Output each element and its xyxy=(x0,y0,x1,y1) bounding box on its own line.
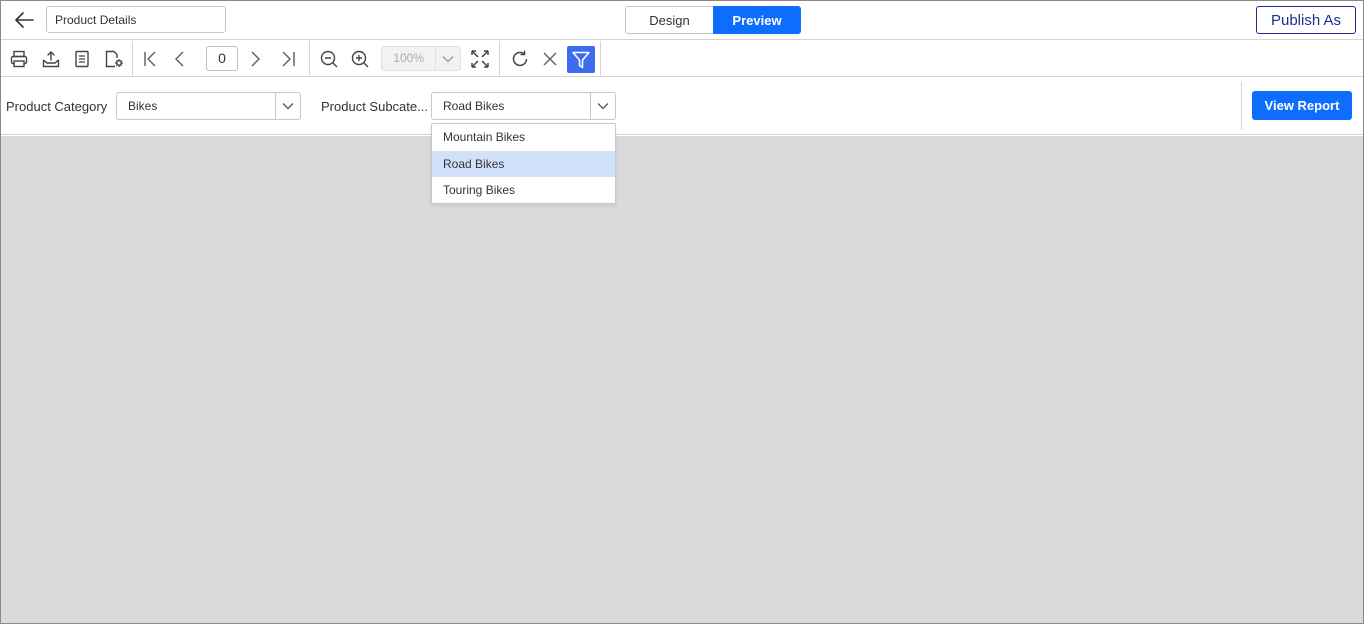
page-setup-icon[interactable] xyxy=(70,47,94,71)
tab-preview[interactable]: Preview xyxy=(713,6,801,34)
print-icon[interactable] xyxy=(7,47,31,71)
mode-switch: Design Preview xyxy=(625,6,801,34)
toolbar-separator xyxy=(499,41,500,77)
chevron-down-icon[interactable] xyxy=(590,93,615,119)
next-page-icon[interactable] xyxy=(243,47,267,71)
product-subcategory-value: Road Bikes xyxy=(443,99,505,113)
viewer-toolbar: 0 100% xyxy=(1,41,1363,77)
dropdown-option-road-bikes[interactable]: Road Bikes xyxy=(432,150,615,177)
product-category-label: Product Category xyxy=(6,99,108,114)
toolbar-separator xyxy=(309,41,310,77)
zoom-select[interactable]: 100% xyxy=(381,46,461,71)
page-number-input[interactable]: 0 xyxy=(206,46,238,71)
dropdown-option-mountain-bikes[interactable]: Mountain Bikes xyxy=(432,124,615,151)
tab-design[interactable]: Design xyxy=(625,6,713,34)
zoom-value: 100% xyxy=(393,51,424,65)
fit-page-icon[interactable] xyxy=(468,47,492,71)
report-canvas xyxy=(1,136,1363,623)
zoom-out-icon[interactable] xyxy=(317,47,341,71)
parameter-separator xyxy=(1241,82,1242,130)
report-name-input[interactable] xyxy=(46,6,226,33)
export-icon[interactable] xyxy=(39,47,63,71)
previous-page-icon[interactable] xyxy=(168,47,192,71)
product-subcategory-select[interactable]: Road Bikes xyxy=(431,92,616,120)
chevron-down-icon[interactable] xyxy=(435,47,460,70)
zoom-in-icon[interactable] xyxy=(348,47,372,71)
dropdown-option-touring-bikes[interactable]: Touring Bikes xyxy=(432,177,615,204)
settings-icon[interactable] xyxy=(102,47,126,71)
last-page-icon[interactable] xyxy=(276,47,300,71)
filter-icon[interactable] xyxy=(567,46,595,73)
product-category-select[interactable]: Bikes xyxy=(116,92,301,120)
product-category-value: Bikes xyxy=(128,99,158,113)
parameter-bar: Product Category Bikes Product Subcate..… xyxy=(1,78,1363,135)
cancel-icon[interactable] xyxy=(538,47,562,71)
toolbar-separator xyxy=(132,41,133,77)
refresh-icon[interactable] xyxy=(508,47,532,71)
first-page-icon[interactable] xyxy=(139,47,163,71)
view-report-button[interactable]: View Report xyxy=(1252,91,1352,120)
product-subcategory-label: Product Subcate... xyxy=(321,99,428,114)
toolbar-separator xyxy=(600,41,601,77)
chevron-down-icon[interactable] xyxy=(275,93,300,119)
report-viewer-window: Design Preview Publish As 0 xyxy=(0,0,1364,624)
back-arrow-icon[interactable] xyxy=(12,8,36,32)
subcategory-dropdown-list: Mountain Bikes Road Bikes Touring Bikes xyxy=(431,123,616,204)
publish-as-button[interactable]: Publish As xyxy=(1256,6,1356,34)
app-header: Design Preview Publish As xyxy=(1,1,1363,40)
